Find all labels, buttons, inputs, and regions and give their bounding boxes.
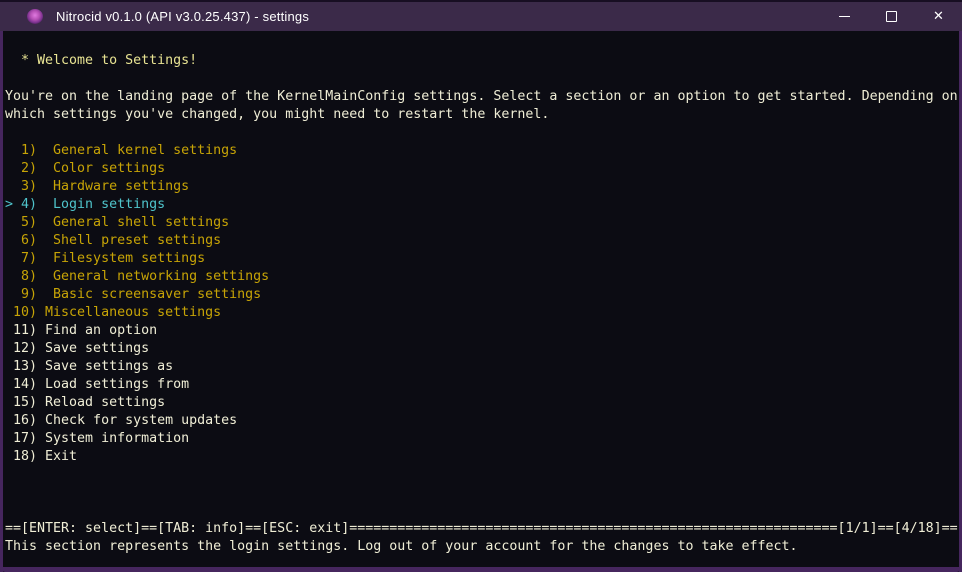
blank-line (5, 484, 959, 502)
window-border-left (0, 31, 3, 572)
menu-item-5[interactable]: 5) General shell settings (5, 214, 959, 232)
terminal-screen[interactable]: * Welcome to Settings! You're on the lan… (3, 31, 959, 567)
blank-line (5, 502, 959, 520)
menu-item-9[interactable]: 9) Basic screensaver settings (5, 286, 959, 304)
maximize-icon (886, 11, 897, 22)
minimize-icon (839, 16, 850, 17)
blank-line (5, 70, 959, 88)
intro-line-1: You're on the landing page of the Kernel… (5, 88, 959, 106)
blank-line (5, 124, 959, 142)
menu-item-2[interactable]: 2) Color settings (5, 160, 959, 178)
intro-line-2: which settings you've changed, you might… (5, 106, 959, 124)
section-help-text: This section represents the login settin… (5, 538, 959, 556)
menu-item-4[interactable]: > 4) Login settings (5, 196, 959, 214)
maximize-button[interactable] (868, 2, 915, 31)
menu-item-15[interactable]: 15) Reload settings (5, 394, 959, 412)
menu-item-17[interactable]: 17) System information (5, 430, 959, 448)
menu-item-3[interactable]: 3) Hardware settings (5, 178, 959, 196)
nitrocid-settings-window: Nitrocid v0.1.0 (API v3.0.25.437) - sett… (0, 0, 962, 572)
window-title: Nitrocid v0.1.0 (API v3.0.25.437) - sett… (56, 9, 309, 24)
menu-item-18[interactable]: 18) Exit (5, 448, 959, 466)
settings-menu: 1) General kernel settings 2) Color sett… (5, 142, 959, 466)
menu-item-14[interactable]: 14) Load settings from (5, 376, 959, 394)
close-button[interactable]: ✕ (915, 2, 962, 31)
nitrocid-app-icon (27, 9, 43, 24)
menu-item-16[interactable]: 16) Check for system updates (5, 412, 959, 430)
window-controls: ✕ (821, 2, 962, 31)
menu-item-1[interactable]: 1) General kernel settings (5, 142, 959, 160)
menu-item-12[interactable]: 12) Save settings (5, 340, 959, 358)
close-icon: ✕ (933, 10, 944, 23)
menu-item-6[interactable]: 6) Shell preset settings (5, 232, 959, 250)
blank-line (5, 34, 959, 52)
title-bar[interactable]: Nitrocid v0.1.0 (API v3.0.25.437) - sett… (0, 0, 962, 31)
menu-item-11[interactable]: 11) Find an option (5, 322, 959, 340)
menu-item-10[interactable]: 10) Miscellaneous settings (5, 304, 959, 322)
welcome-message: * Welcome to Settings! (5, 52, 959, 70)
menu-item-7[interactable]: 7) Filesystem settings (5, 250, 959, 268)
window-border-bottom (0, 567, 962, 572)
blank-line (5, 466, 959, 484)
minimize-button[interactable] (821, 2, 868, 31)
status-bar: ==[ENTER: select]==[TAB: info]==[ESC: ex… (5, 520, 959, 538)
menu-item-13[interactable]: 13) Save settings as (5, 358, 959, 376)
menu-item-8[interactable]: 8) General networking settings (5, 268, 959, 286)
